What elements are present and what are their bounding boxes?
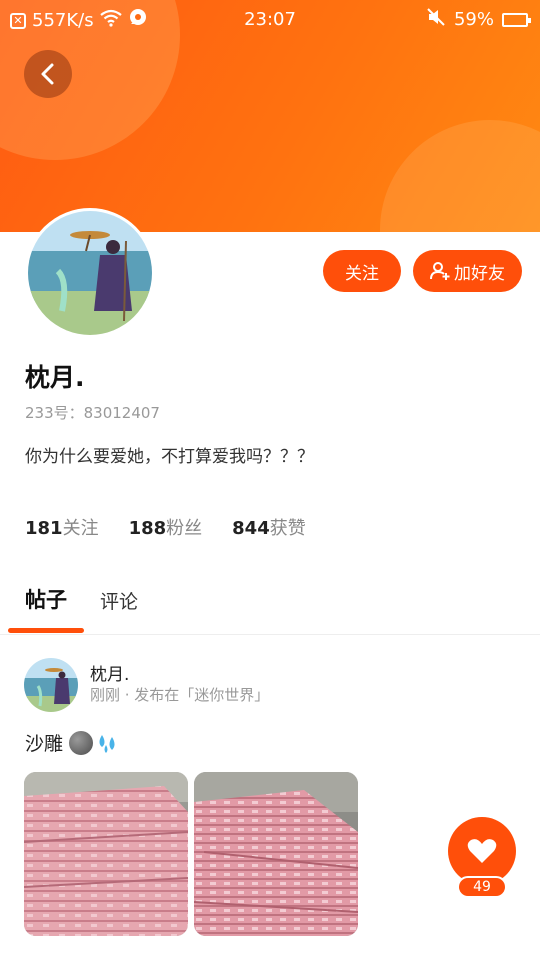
profile-bio: 你为什么要爱她，不打算爱我吗？？？ bbox=[25, 447, 314, 467]
follow-button-label: 关注 bbox=[345, 263, 379, 284]
post-meta: 刚刚 · 发布在「迷你世界」 bbox=[90, 686, 270, 704]
active-tab-indicator bbox=[8, 628, 84, 633]
stat-likes[interactable]: 844获赞 bbox=[232, 514, 306, 540]
add-user-icon bbox=[430, 262, 450, 280]
avatar-image bbox=[28, 211, 152, 335]
post-image[interactable] bbox=[194, 772, 358, 936]
stat-fans[interactable]: 188粉丝 bbox=[129, 514, 203, 540]
status-bar-right: 59% bbox=[426, 8, 531, 31]
stat-label: 关注 bbox=[62, 518, 99, 539]
header-decoration bbox=[380, 120, 540, 232]
profile-name: 枕月. bbox=[25, 363, 85, 392]
stat-value: 844 bbox=[232, 518, 270, 539]
tab-divider bbox=[0, 634, 540, 635]
chevron-left-icon bbox=[41, 63, 54, 85]
post-author-name[interactable]: 枕月. bbox=[90, 660, 129, 685]
stat-following[interactable]: 181关注 bbox=[25, 514, 99, 540]
profile-stats: 181关注 188粉丝 844获赞 bbox=[25, 514, 306, 540]
profile-id: 233号：83012407 bbox=[25, 404, 160, 422]
back-button[interactable] bbox=[24, 50, 72, 98]
sweat-droplets-emoji-icon bbox=[95, 731, 121, 755]
status-bar: ✕ 557K/s 23:07 59% bbox=[0, 0, 540, 40]
profile-avatar[interactable] bbox=[25, 208, 155, 338]
stat-label: 粉丝 bbox=[166, 518, 203, 539]
stat-value: 181 bbox=[25, 518, 63, 539]
battery-icon bbox=[502, 12, 531, 27]
post-text: 沙雕 bbox=[25, 729, 121, 756]
post-author-avatar[interactable] bbox=[24, 658, 78, 712]
post-photo bbox=[24, 772, 188, 936]
post-photo bbox=[194, 772, 358, 936]
stat-value: 188 bbox=[128, 518, 167, 539]
post-image[interactable] bbox=[24, 772, 188, 936]
avatar-image bbox=[24, 658, 78, 712]
add-friend-button[interactable]: 加好友 bbox=[413, 250, 522, 292]
add-friend-button-label: 加好友 bbox=[454, 263, 505, 284]
stat-label: 获赞 bbox=[269, 518, 306, 539]
tab-posts[interactable]: 帖子 bbox=[25, 584, 67, 614]
like-count-badge: 49 bbox=[457, 876, 507, 898]
post-text-content: 沙雕 bbox=[25, 733, 64, 755]
battery-percent: 59% bbox=[453, 9, 494, 30]
moon-emoji-icon bbox=[69, 730, 94, 755]
like-button[interactable] bbox=[448, 817, 516, 885]
follow-button[interactable]: 关注 bbox=[323, 250, 401, 292]
mute-icon bbox=[426, 8, 446, 31]
heart-icon bbox=[467, 839, 497, 863]
tab-comments[interactable]: 评论 bbox=[100, 587, 138, 614]
